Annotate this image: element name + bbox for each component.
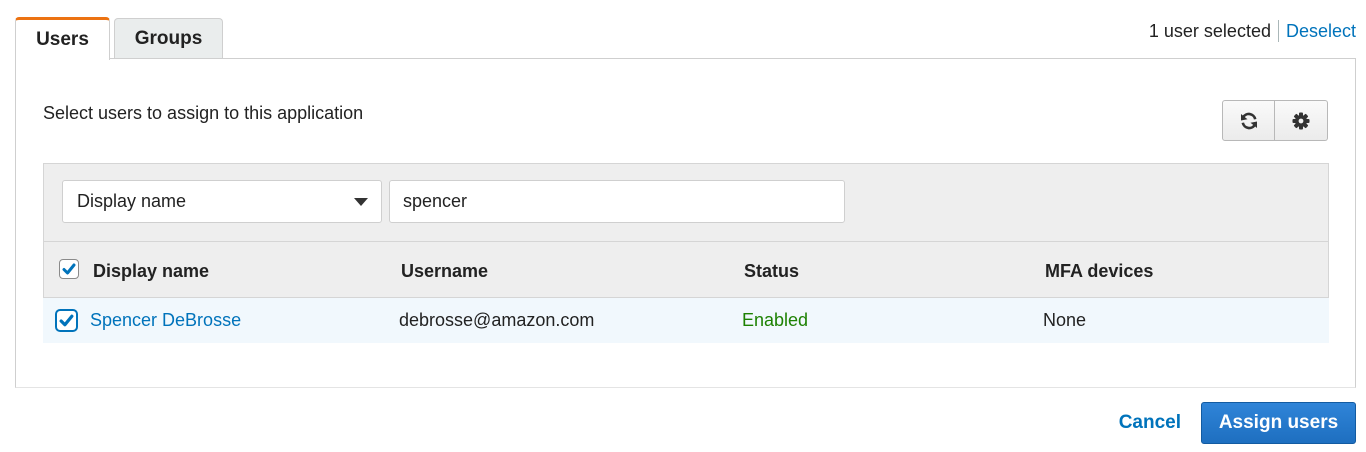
checkmark-icon (59, 314, 74, 327)
row-checkbox[interactable] (55, 309, 78, 332)
panel-title: Select users to assign to this applicati… (43, 103, 364, 123)
filter-attribute-select[interactable]: Display name (62, 180, 382, 223)
select-all-checkbox[interactable] (59, 259, 79, 279)
column-header-display-name[interactable]: Display name (93, 261, 209, 282)
refresh-button[interactable] (1222, 100, 1275, 141)
table-row[interactable]: Spencer DeBrosse debrosse@amazon.com Ena… (43, 298, 1329, 343)
user-mfa-devices: None (1043, 310, 1087, 330)
user-status: Enabled (742, 310, 809, 330)
assign-users-button[interactable]: Assign users (1201, 402, 1356, 444)
user-display-name-link[interactable]: Spencer DeBrosse (90, 310, 241, 331)
caret-down-icon (354, 198, 368, 206)
column-header-status[interactable]: Status (744, 261, 799, 282)
deselect-link[interactable]: Deselect (1286, 21, 1356, 42)
selected-count-text: 1 user selected (1148, 20, 1271, 41)
tab-groups[interactable]: Groups (114, 18, 223, 59)
column-header-mfa-devices[interactable]: MFA devices (1045, 261, 1153, 282)
divider (1277, 20, 1279, 42)
filter-attribute-value: Display name (77, 191, 187, 211)
users-panel: Select users to assign to this applicati… (15, 58, 1356, 388)
column-header-username[interactable]: Username (401, 261, 488, 282)
cancel-button[interactable]: Cancel (1119, 412, 1181, 434)
user-username: debrosse@amazon.com (399, 310, 595, 330)
search-input[interactable] (389, 180, 845, 223)
refresh-icon (1240, 112, 1257, 129)
filter-bar: Display name (43, 163, 1329, 241)
table-actions (1222, 100, 1328, 141)
checkmark-icon (62, 263, 76, 275)
selection-summary: 1 user selected Deselect (1149, 20, 1356, 42)
settings-button[interactable] (1275, 100, 1328, 141)
gear-icon (1292, 112, 1310, 129)
users-table: Display name Display name Username Statu… (43, 163, 1329, 343)
tab-users[interactable]: Users (15, 17, 110, 60)
footer-actions: Cancel Assign users (1119, 402, 1356, 444)
table-header: Display name Username Status MFA devices (43, 241, 1329, 298)
